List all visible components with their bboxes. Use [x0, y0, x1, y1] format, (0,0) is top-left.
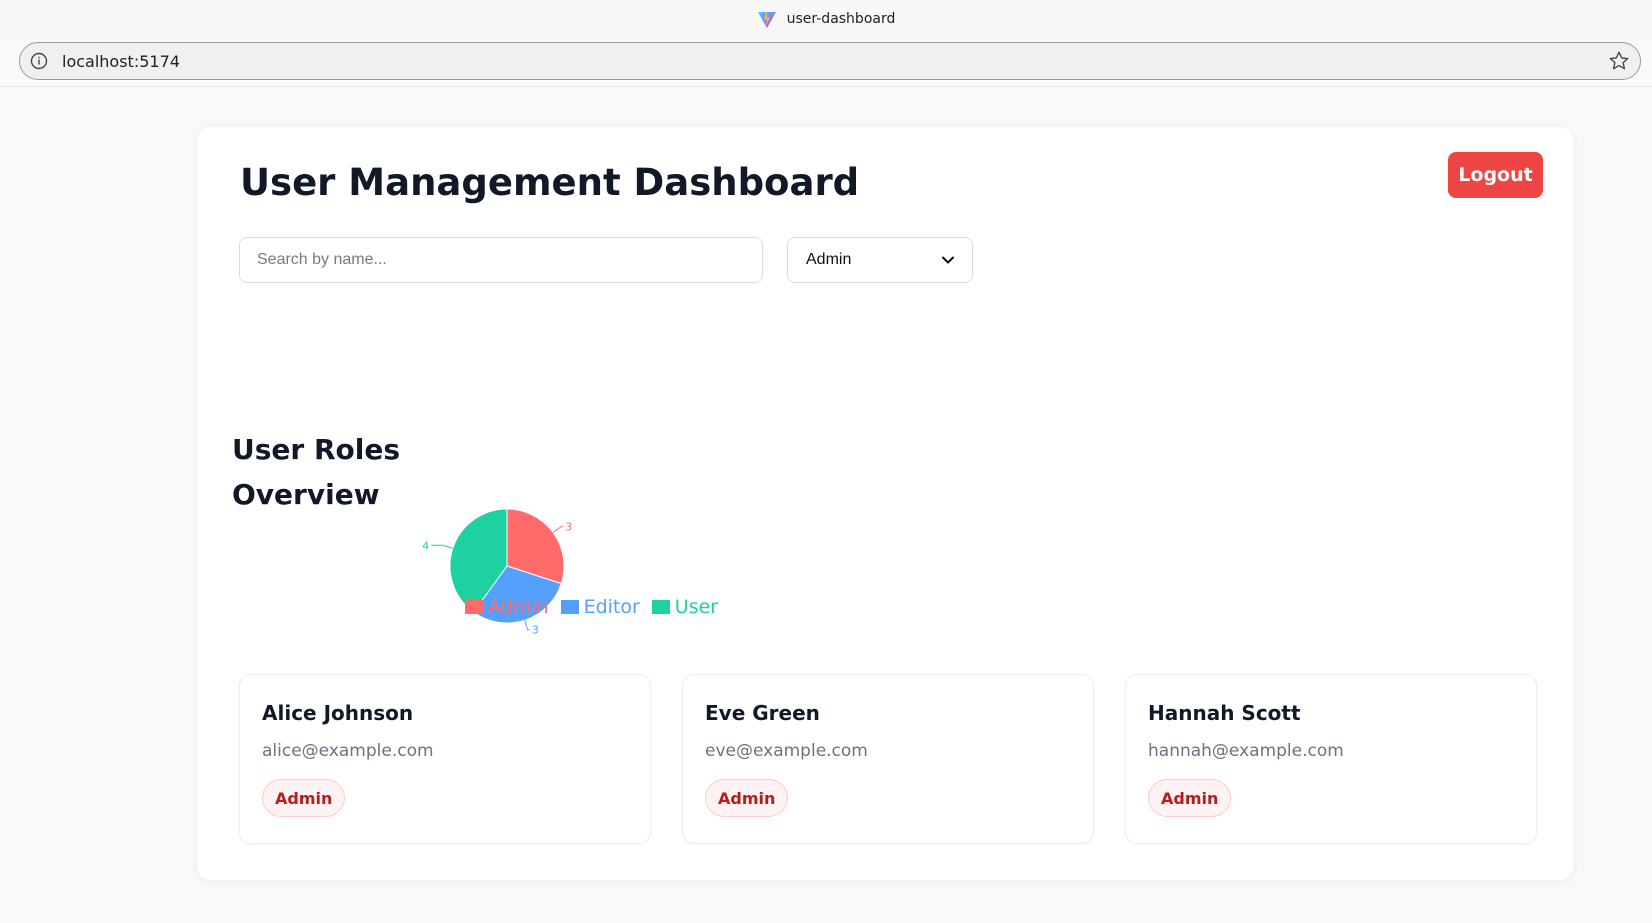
- pie-label-line-admin: [552, 526, 564, 533]
- user-card[interactable]: Alice Johnson alice@example.com Admin: [239, 674, 651, 844]
- pie-label-user: 4: [422, 539, 429, 552]
- pie-label-admin: 3: [565, 521, 572, 534]
- legend-item-editor[interactable]: Editor: [560, 596, 640, 618]
- user-email: alice@example.com: [262, 741, 434, 761]
- logout-button[interactable]: Logout: [1448, 152, 1543, 198]
- tab-title: user-dashboard: [786, 11, 896, 27]
- legend-swatch: [560, 600, 579, 614]
- user-card[interactable]: Hannah Scott hannah@example.com Admin: [1125, 674, 1537, 844]
- pie-label-line-editor: [524, 620, 530, 631]
- chrome-divider: [0, 86, 1652, 87]
- legend-label: User: [674, 596, 719, 618]
- user-name: Alice Johnson: [262, 701, 414, 725]
- role-badge: Admin: [705, 779, 789, 817]
- url-text[interactable]: localhost:5174: [62, 52, 1608, 71]
- legend-item-user[interactable]: User: [651, 596, 719, 618]
- legend-item-admin[interactable]: Admin: [465, 596, 549, 618]
- legend-label: Admin: [488, 596, 549, 618]
- legend-swatch: [651, 600, 670, 614]
- pie-label-line-user: [431, 544, 453, 549]
- pie-label-editor: 3: [532, 624, 539, 637]
- user-name: Hannah Scott: [1148, 701, 1301, 725]
- role-badge: Admin: [262, 779, 346, 817]
- legend-swatch: [465, 600, 483, 614]
- dashboard-card: User Management Dashboard Logout Admin U…: [197, 127, 1573, 880]
- chevron-down-icon: [942, 256, 954, 264]
- vite-logo-icon: [757, 11, 776, 28]
- address-bar[interactable]: localhost:5174: [19, 42, 1641, 80]
- chart-legend: Admin Editor User: [465, 596, 730, 618]
- user-name: Eve Green: [705, 701, 820, 725]
- role-badge: Admin: [1148, 779, 1232, 817]
- user-roles-pie-chart: 3 3 4: [422, 508, 572, 637]
- role-select[interactable]: Admin: [787, 237, 973, 283]
- search-input[interactable]: [239, 237, 763, 283]
- legend-label: Editor: [583, 596, 640, 618]
- user-email: hannah@example.com: [1148, 741, 1344, 761]
- role-select-value: Admin: [806, 251, 852, 268]
- browser-titlebar: user-dashboard: [0, 0, 1652, 38]
- info-icon[interactable]: [30, 52, 48, 70]
- user-card[interactable]: Eve Green eve@example.com Admin: [682, 674, 1094, 844]
- star-icon[interactable]: [1608, 50, 1630, 72]
- user-email: eve@example.com: [705, 741, 868, 761]
- chart-heading: User Roles Overview: [232, 433, 400, 511]
- page-title: User Management Dashboard: [240, 161, 860, 204]
